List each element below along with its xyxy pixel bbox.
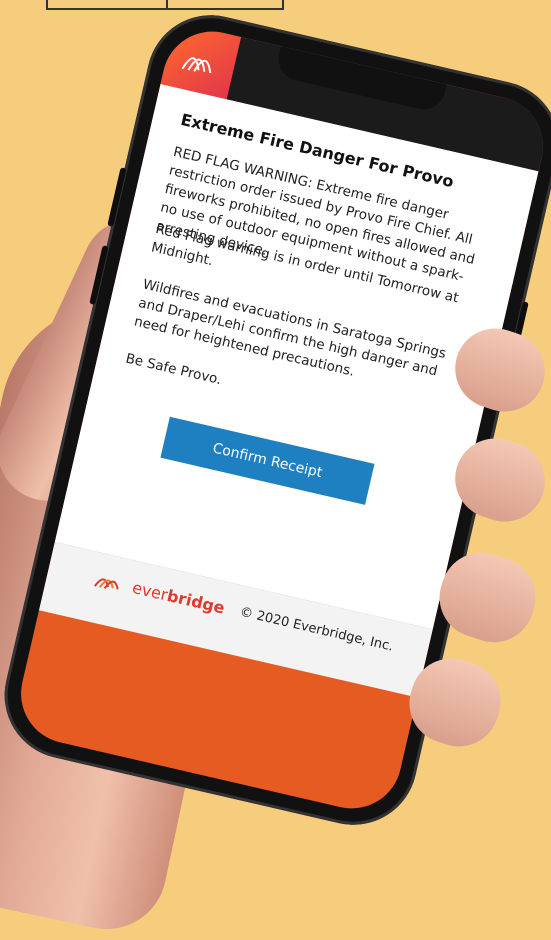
everbridge-logo-icon xyxy=(181,57,212,74)
